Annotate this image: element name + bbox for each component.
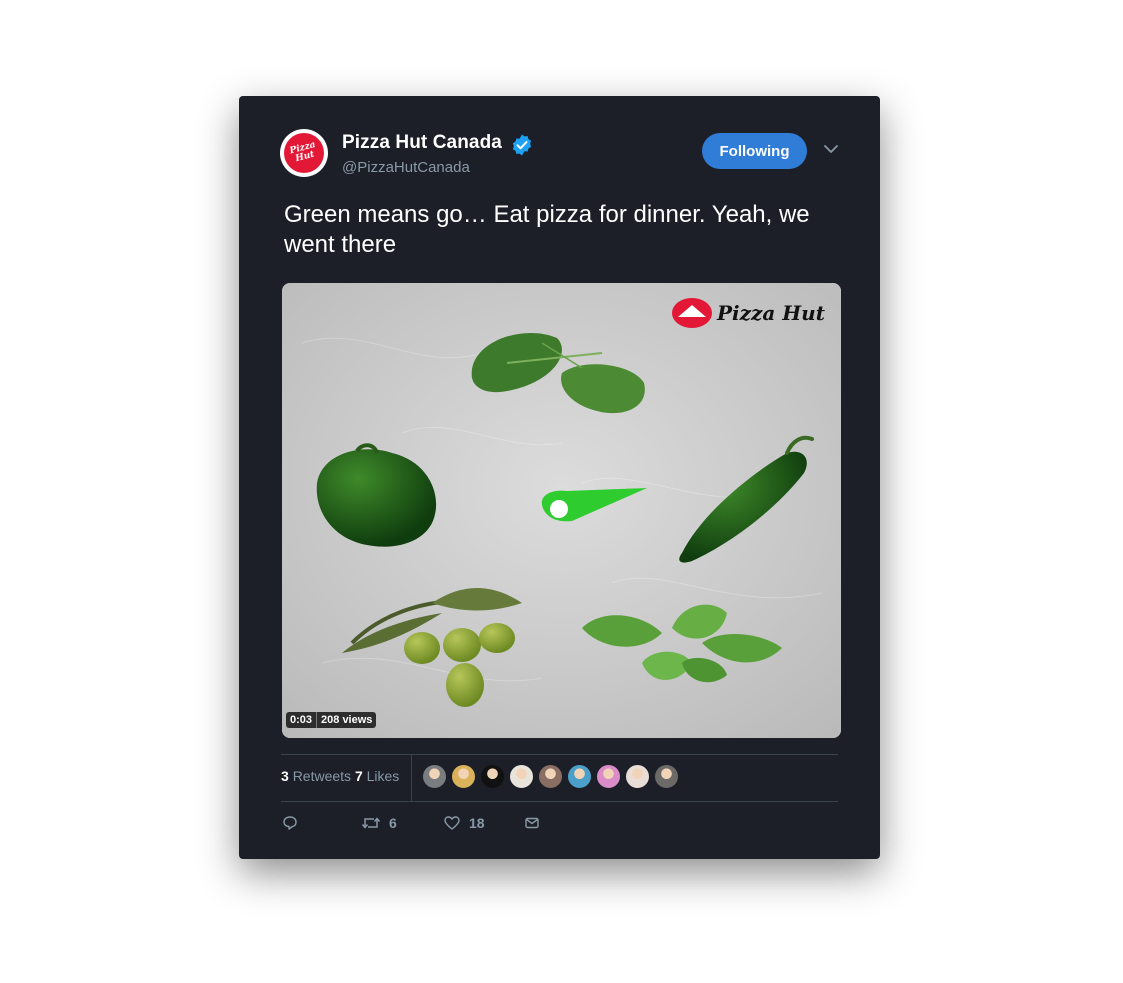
retweets-count[interactable]: 3 xyxy=(281,768,289,784)
avatar-logo-text: Pizza Hut xyxy=(288,139,317,165)
liker-avatar[interactable] xyxy=(538,764,563,789)
tweet-text: Green means go… Eat pizza for dinner. Ye… xyxy=(284,201,810,258)
pizza-hut-watermark: Pizza Hut xyxy=(672,298,826,328)
reply-button[interactable] xyxy=(281,814,307,832)
heart-icon xyxy=(444,816,460,830)
chevron-down-icon[interactable] xyxy=(822,141,840,157)
reply-icon xyxy=(283,816,297,830)
like-count: 18 xyxy=(469,815,485,831)
pizza-hut-logo: Pizza Hut xyxy=(284,133,324,173)
tweet-video[interactable]: Pizza Hut 0:03 208 views xyxy=(282,283,841,738)
liker-avatar[interactable] xyxy=(422,764,447,789)
tweet-actions: 6 18 xyxy=(281,814,841,838)
verified-badge-icon xyxy=(512,134,532,156)
svg-text:Pizza Hut: Pizza Hut xyxy=(716,301,826,325)
liker-avatar[interactable] xyxy=(596,764,621,789)
account-avatar[interactable]: Pizza Hut xyxy=(280,129,328,177)
video-views: 208 views xyxy=(321,714,373,726)
liker-avatar[interactable] xyxy=(654,764,679,789)
liker-avatar[interactable] xyxy=(451,764,476,789)
likes-label[interactable]: Likes xyxy=(367,768,400,784)
like-button[interactable]: 18 xyxy=(443,814,485,832)
account-name[interactable]: Pizza Hut Canada xyxy=(342,132,502,154)
tweet-card: Pizza Hut Pizza Hut Canada @PizzaHutCana… xyxy=(239,96,880,859)
retweets-label[interactable]: Retweets xyxy=(293,768,351,784)
divider-top xyxy=(281,754,838,755)
liker-avatar[interactable] xyxy=(509,764,534,789)
retweet-count: 6 xyxy=(389,815,397,831)
engagement-stats: 3 Retweets 7 Likes xyxy=(281,768,399,784)
liker-avatar[interactable] xyxy=(480,764,505,789)
liker-avatar[interactable] xyxy=(625,764,650,789)
liker-avatars xyxy=(422,764,683,789)
liker-avatar[interactable] xyxy=(567,764,592,789)
account-handle[interactable]: @PizzaHutCanada xyxy=(342,159,470,176)
video-frame: Pizza Hut xyxy=(282,283,841,738)
retweet-icon xyxy=(361,817,381,829)
direct-message-button[interactable] xyxy=(523,814,549,832)
retweet-button[interactable]: 6 xyxy=(361,814,397,832)
following-button[interactable]: Following xyxy=(702,133,807,169)
envelope-icon xyxy=(525,817,539,829)
likes-count[interactable]: 7 xyxy=(355,768,363,784)
divider-bottom xyxy=(281,801,838,802)
video-duration: 0:03 xyxy=(290,714,313,726)
video-meta-badge: 0:03 208 views xyxy=(286,712,377,728)
divider-vertical xyxy=(411,755,412,801)
